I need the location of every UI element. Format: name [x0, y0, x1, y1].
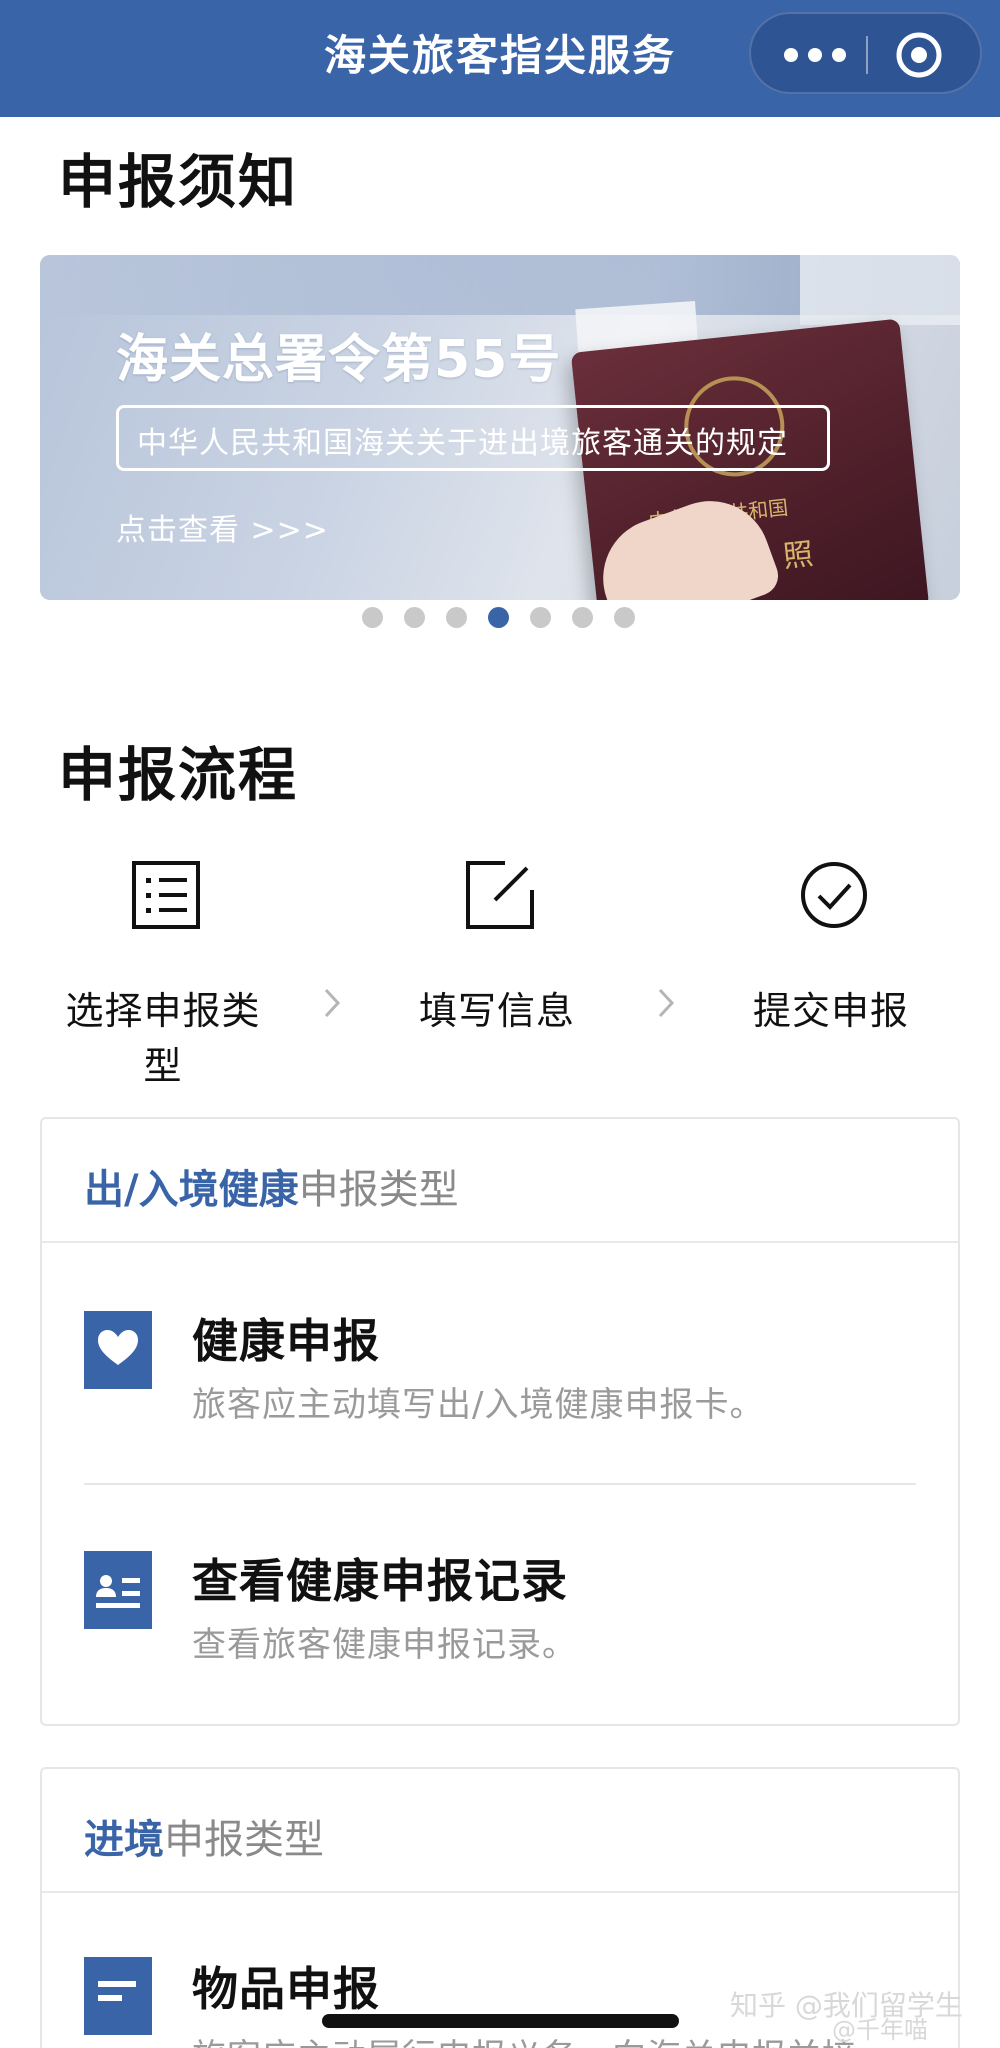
- item-title: 查看健康申报记录: [192, 1554, 568, 1608]
- carousel-dot[interactable]: [530, 607, 551, 628]
- more-dots-icon[interactable]: [783, 44, 847, 66]
- chevron-right-icon: [324, 988, 341, 1018]
- list-item-health-declaration[interactable]: 健康申报 旅客应主动填写出/入境健康申报卡。: [42, 1243, 958, 1487]
- card-header: 进境申报类型: [42, 1769, 958, 1893]
- card-header-suffix: 申报类型: [164, 1817, 324, 1863]
- card-header-highlight: 出/入境健康: [84, 1167, 299, 1213]
- item-desc: 旅客应主动填写出/入境健康申报卡。: [192, 1385, 765, 1425]
- carousel-dot-active[interactable]: [488, 607, 509, 628]
- card-header-title: 进境申报类型: [84, 1807, 324, 1865]
- list-icon: [132, 861, 200, 929]
- item-title: 健康申报: [192, 1314, 380, 1368]
- check-circle-icon: [801, 862, 867, 928]
- step-label: 选择申报类型: [65, 989, 261, 1088]
- card-header: 出/入境健康申报类型: [42, 1119, 958, 1243]
- step-label: 提交申报: [752, 989, 909, 1033]
- card-header-title: 出/入境健康申报类型: [84, 1157, 459, 1215]
- carousel-dot[interactable]: [404, 607, 425, 628]
- carousel-indicator: [362, 607, 642, 629]
- person-list-icon: [84, 1551, 152, 1629]
- capsule-divider: [866, 36, 868, 74]
- top-nav-bar: 海关旅客指尖服务: [0, 0, 1000, 117]
- banner-subtitle-box: 中华人民共和国海关关于进出境旅客通关的规定: [116, 405, 830, 471]
- banner-view-link[interactable]: 点击查看 >>>: [116, 505, 329, 549]
- carousel-dot[interactable]: [362, 607, 383, 628]
- list-item-health-records[interactable]: 查看健康申报记录 查看旅客健康申报记录。: [42, 1485, 958, 1729]
- health-declaration-card: 出/入境健康申报类型 健康申报 旅客应主动填写出/入境健康申报卡。 查看健康申报…: [40, 1117, 960, 1726]
- item-desc: 旅客应主动履行申报义务，向海关申报并接: [192, 2029, 857, 2048]
- passport-text-2: 照: [781, 536, 815, 575]
- card-header-suffix: 申报类型: [298, 1167, 459, 1213]
- target-circle-icon[interactable]: [894, 30, 944, 80]
- carousel-dot[interactable]: [614, 607, 635, 628]
- document-icon: [84, 1957, 152, 2035]
- notice-banner[interactable]: 中华人民共和国 照 海关总署令第55号 中华人民共和国海关关于进出境旅客通关的规…: [40, 255, 960, 600]
- banner-headline: 海关总署令第55号: [116, 330, 562, 390]
- step-label: 填写信息: [418, 989, 575, 1033]
- mini-program-capsule: [749, 12, 982, 94]
- item-desc: 查看旅客健康申报记录。: [192, 1625, 577, 1665]
- step-fill-info: 填写信息: [382, 860, 612, 1033]
- step-submit: 提交申报: [716, 860, 946, 1033]
- watermark-secondary: @千年喵: [832, 2016, 928, 2044]
- home-indicator[interactable]: [322, 2014, 679, 2028]
- heart-icon: [84, 1311, 152, 1389]
- carousel-dot[interactable]: [572, 607, 593, 628]
- notice-heading: 申报须知: [58, 148, 299, 216]
- item-title: 物品申报: [192, 1962, 380, 2016]
- carousel-dot[interactable]: [446, 607, 467, 628]
- banner-subtitle: 中华人民共和国海关关于进出境旅客通关的规定: [137, 426, 788, 461]
- banner-window: [800, 255, 960, 325]
- card-header-highlight: 进境: [84, 1817, 164, 1863]
- edit-icon: [466, 861, 534, 929]
- process-heading: 申报流程: [58, 741, 299, 809]
- step-select-type: 选择申报类型: [48, 860, 278, 1088]
- chevron-right-icon: [658, 988, 675, 1018]
